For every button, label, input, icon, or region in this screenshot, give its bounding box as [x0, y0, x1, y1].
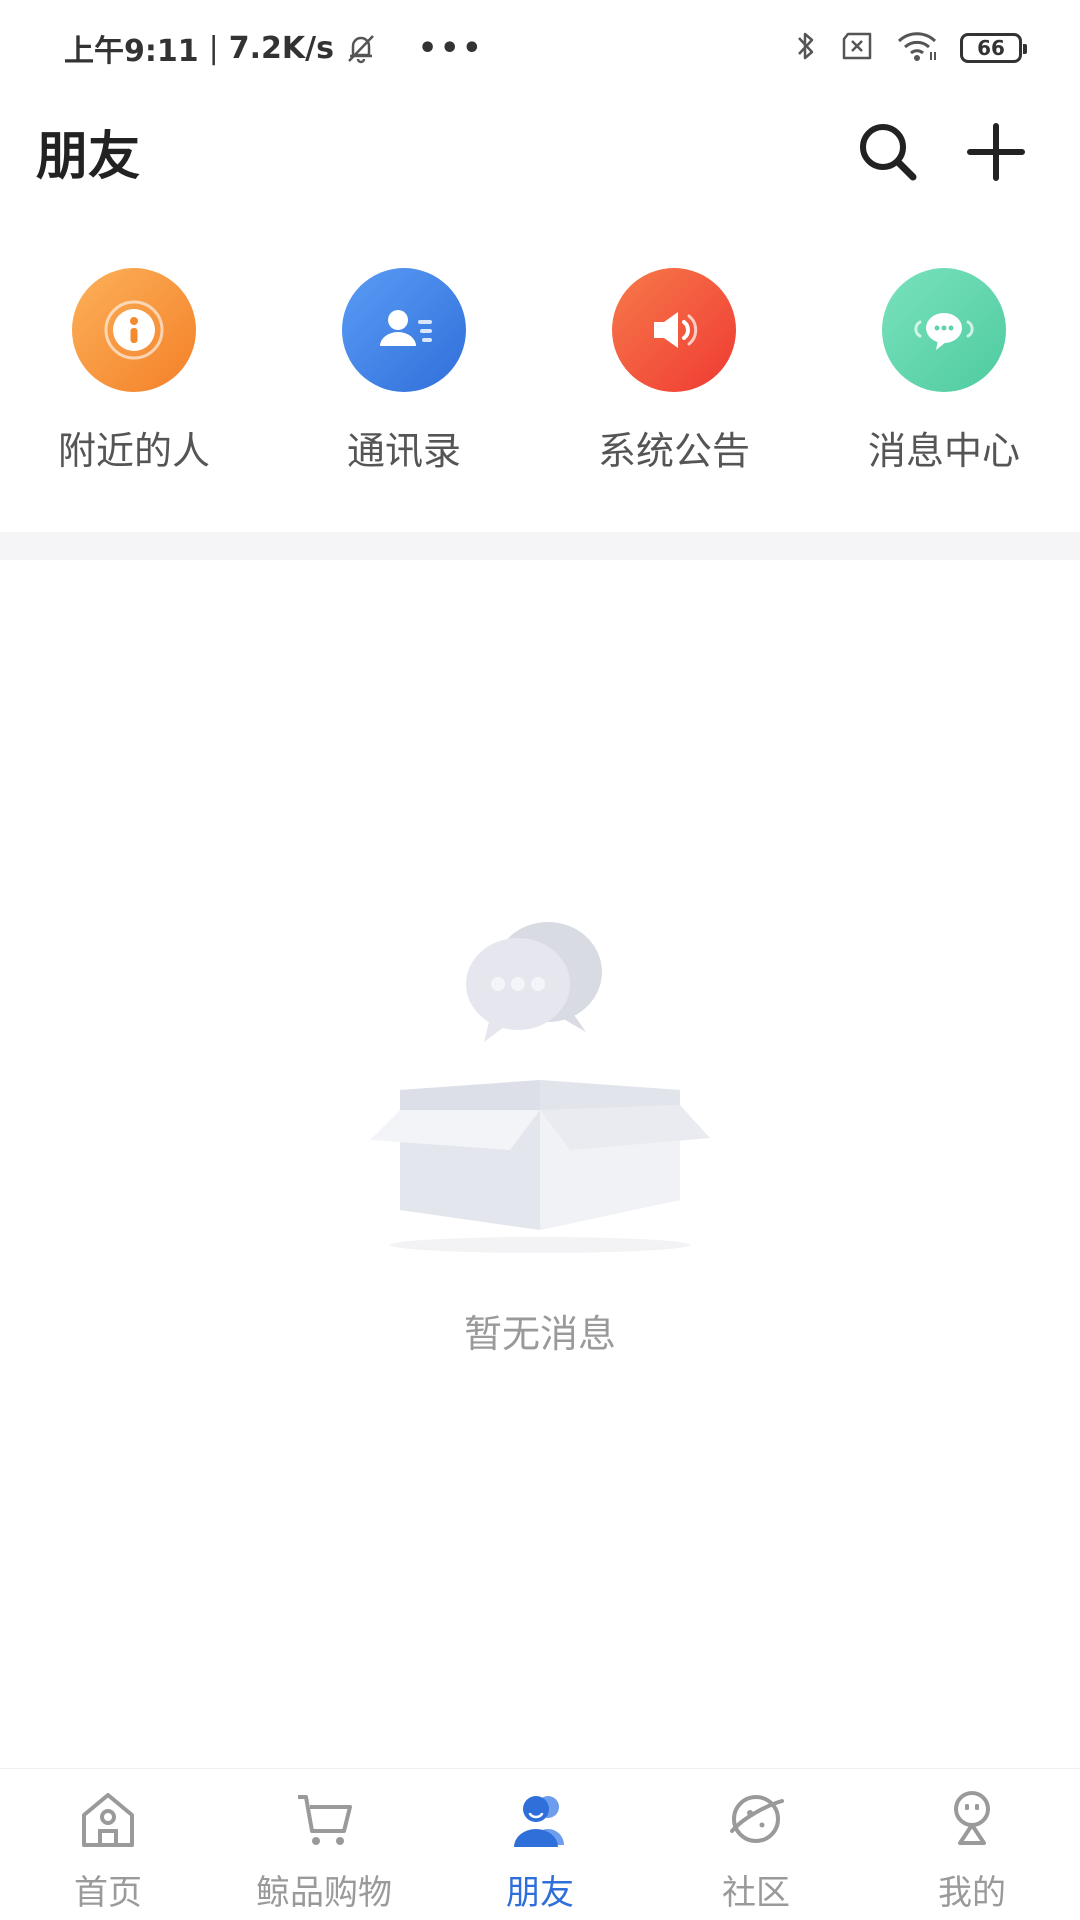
empty-state-text: 暂无消息	[463, 1312, 616, 1356]
status-net-speed: 7.2K/s	[228, 30, 334, 66]
bottom-nav: 首页 鲸品购物 朋友 社区 我的	[0, 1768, 1080, 1920]
speaker-icon	[612, 268, 736, 392]
empty-box-icon	[370, 922, 710, 1253]
quick-entry-messages[interactable]: 消息中心	[844, 268, 1044, 488]
plus-icon	[967, 123, 1025, 181]
status-more: •••	[417, 30, 485, 66]
empty-state-illustration	[340, 900, 740, 1360]
status-time: 上午9:11	[64, 34, 199, 69]
nav-community[interactable]: 社区	[648, 1769, 864, 1920]
home-icon	[72, 1783, 144, 1855]
quick-entry-label: 通讯录	[346, 429, 461, 473]
shopping-cart-icon	[288, 1783, 360, 1855]
nav-label: 朋友	[506, 1873, 574, 1913]
nav-shopping[interactable]: 鲸品购物	[216, 1769, 432, 1920]
add-button[interactable]	[956, 112, 1036, 192]
search-button[interactable]	[848, 112, 928, 192]
wifi-icon	[896, 30, 938, 66]
quick-entry-row: 附近的人 通讯录 系统公告 消息中心	[0, 268, 1080, 488]
bell-muted-icon	[344, 31, 378, 65]
status-right: 66	[794, 26, 1027, 70]
battery-indicator: 66	[960, 33, 1027, 63]
quick-entry-label: 系统公告	[597, 429, 750, 473]
quick-entry-nearby[interactable]: 附近的人	[34, 268, 234, 488]
nav-label: 首页	[74, 1873, 142, 1913]
status-separator: |	[208, 30, 219, 66]
message-bubble-icon	[882, 268, 1006, 392]
quick-entry-announcements[interactable]: 系统公告	[574, 268, 774, 488]
sim-disabled-icon	[840, 31, 874, 65]
quick-entry-contacts[interactable]: 通讯录	[304, 268, 504, 488]
nav-label: 鲸品购物	[256, 1873, 392, 1913]
nav-label: 我的	[938, 1873, 1006, 1913]
status-bar: 上午9:11 | 7.2K/s ••• 66	[0, 0, 1080, 96]
search-icon	[860, 124, 917, 181]
bluetooth-icon	[794, 28, 818, 68]
quick-entry-label: 附近的人	[57, 429, 210, 473]
nav-me[interactable]: 我的	[864, 1769, 1080, 1920]
friends-icon	[504, 1783, 576, 1855]
nav-home[interactable]: 首页	[0, 1769, 216, 1920]
nearby-person-icon	[72, 268, 196, 392]
contacts-icon	[342, 268, 466, 392]
nav-friends[interactable]: 朋友	[432, 1769, 648, 1920]
planet-icon	[720, 1783, 792, 1855]
profile-icon	[936, 1783, 1008, 1855]
header: 朋友	[0, 96, 1080, 206]
status-left: 上午9:11 | 7.2K/s •••	[64, 26, 484, 70]
friends-page: 上午9:11 | 7.2K/s ••• 66 朋友 附近的人 通讯录 系统公告 …	[0, 0, 1080, 1920]
section-divider	[0, 532, 1080, 560]
quick-entry-label: 消息中心	[867, 429, 1020, 473]
page-title: 朋友	[36, 127, 141, 187]
nav-label: 社区	[722, 1873, 790, 1913]
